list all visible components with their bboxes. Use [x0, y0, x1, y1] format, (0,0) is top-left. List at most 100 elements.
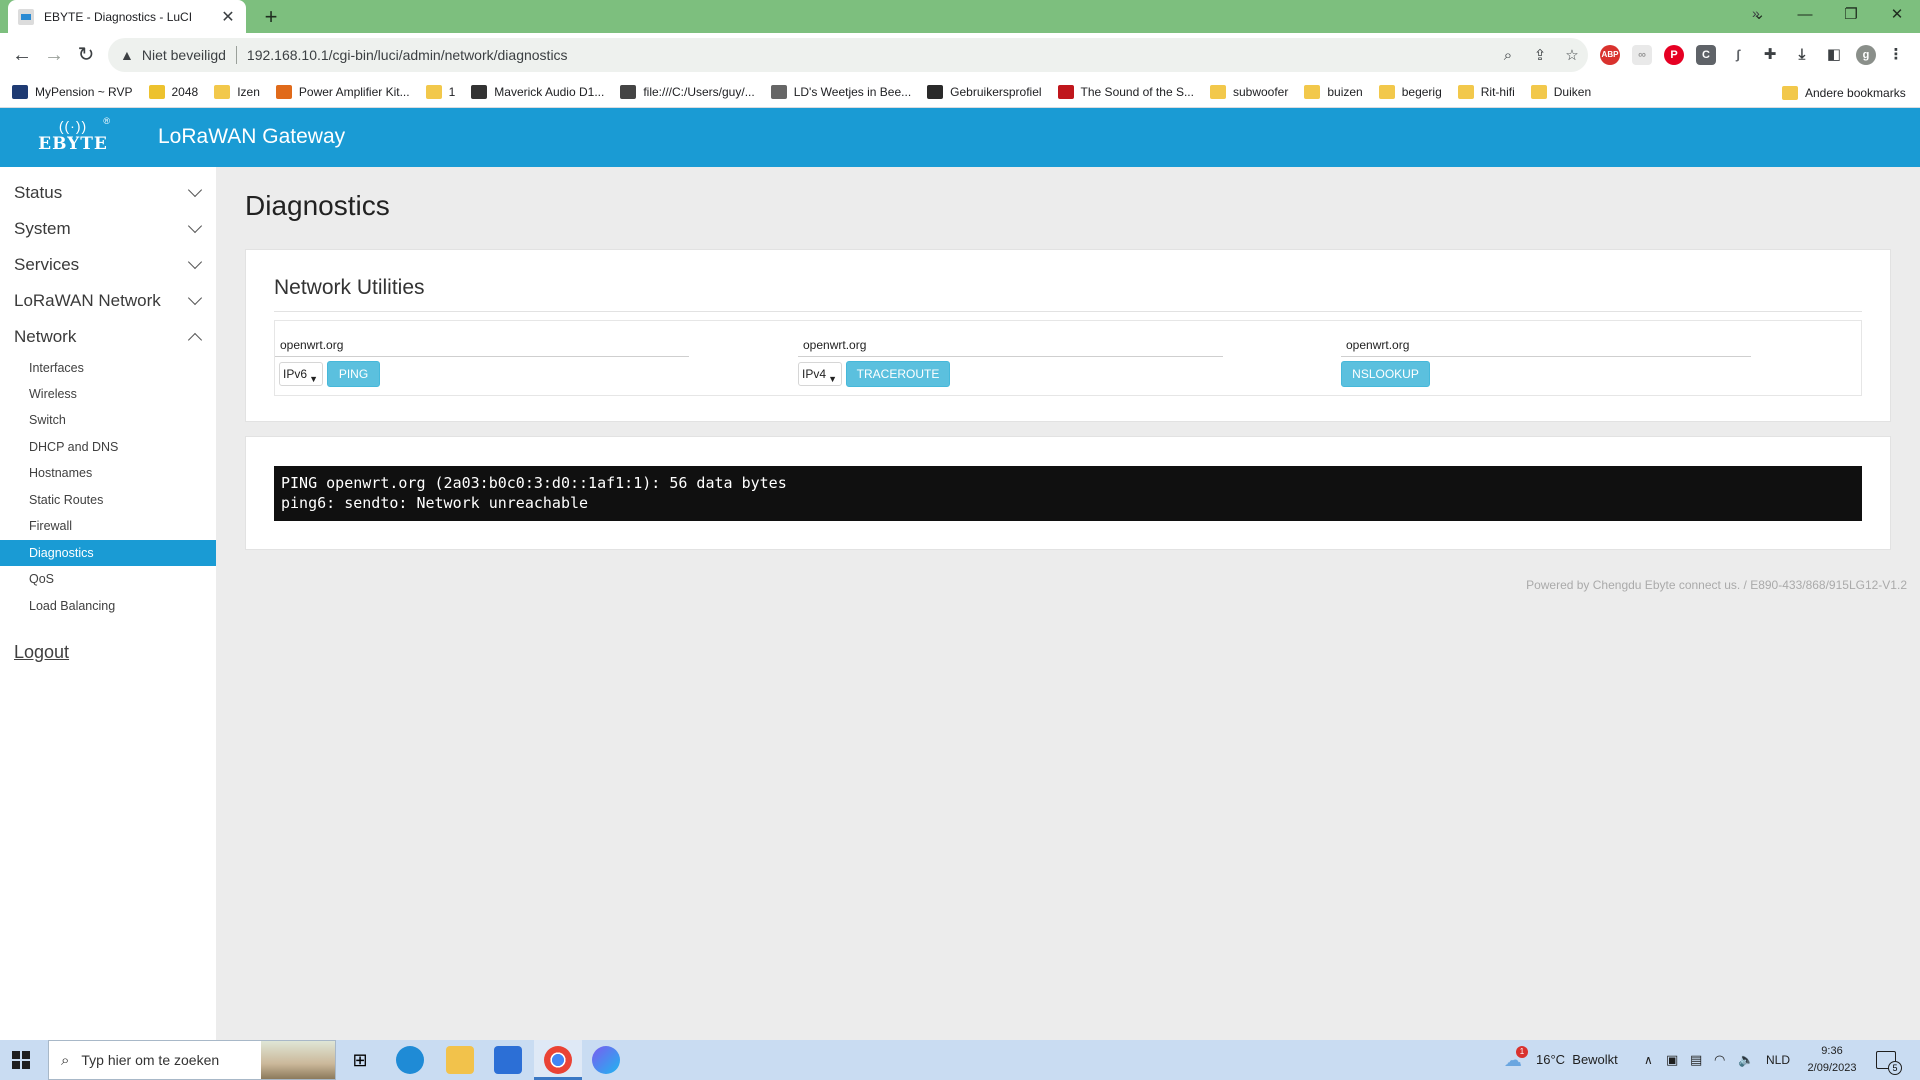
- bookmark-star-icon[interactable]: ☆: [1556, 46, 1588, 64]
- traceroute-host-input[interactable]: openwrt.org: [798, 333, 1223, 357]
- sidebar-item-qos[interactable]: QoS: [0, 566, 216, 592]
- menu-system[interactable]: System: [14, 214, 204, 244]
- bookmarks-overflow-icon[interactable]: »: [1752, 5, 1760, 21]
- bookmark-item[interactable]: Izen: [214, 85, 260, 99]
- pinterest-extension-icon[interactable]: P: [1664, 45, 1684, 65]
- zoom-icon[interactable]: ⌕: [1492, 47, 1524, 64]
- taskbar: ⌕ Typ hier om te zoeken ⊞ ☁ 1 16°C Bewol…: [0, 1040, 1920, 1080]
- bookmark-item[interactable]: begerig: [1378, 85, 1442, 99]
- store-icon[interactable]: [494, 1046, 522, 1074]
- browser-tab-bar: EBYTE - Diagnostics - LuCI ✕ + ⌄ — ❐ ✕: [0, 0, 1920, 33]
- bookmark-label: Power Amplifier Kit...: [298, 85, 410, 99]
- bookmark-item[interactable]: file:///C:/Users/guy/...: [620, 85, 755, 99]
- bookmark-item[interactable]: Duiken: [1530, 85, 1591, 99]
- sidebar-item-static-routes[interactable]: Static Routes: [0, 487, 216, 513]
- forward-arrow-icon[interactable]: →: [40, 42, 68, 70]
- display-icon[interactable]: ▤: [1690, 1040, 1702, 1080]
- bookmark-item[interactable]: Power Amplifier Kit...: [275, 85, 410, 99]
- restore-icon[interactable]: ❐: [1828, 0, 1874, 33]
- browser-tab[interactable]: EBYTE - Diagnostics - LuCI ✕: [8, 0, 246, 33]
- taskbar-search[interactable]: ⌕ Typ hier om te zoeken: [48, 1040, 336, 1080]
- ping-tool: openwrt.org IPv6 ▼ PING: [275, 321, 795, 397]
- system-clock[interactable]: 9:36 2/09/2023: [1800, 1043, 1864, 1077]
- command-output: PING openwrt.org (2a03:b0c0:3:d0::1af1:1…: [274, 466, 1862, 521]
- c-extension-icon[interactable]: C: [1696, 45, 1716, 65]
- chrome-icon[interactable]: [544, 1046, 572, 1074]
- chevron-up-icon[interactable]: ∧: [1644, 1040, 1653, 1080]
- menu-status[interactable]: Status: [14, 178, 204, 208]
- bookmark-item[interactable]: 1: [425, 85, 455, 99]
- bookmark-label: 2048: [171, 85, 199, 99]
- ebyte-logo[interactable]: ((·)) EBYTE ®: [36, 116, 110, 160]
- ping-protocol-select[interactable]: IPv6 ▼: [279, 362, 323, 386]
- volume-icon[interactable]: 🔈: [1738, 1040, 1754, 1080]
- nslookup-host-input[interactable]: openwrt.org: [1341, 333, 1751, 357]
- new-tab-button[interactable]: +: [258, 4, 284, 30]
- menu-network[interactable]: Network: [14, 322, 204, 352]
- back-arrow-icon[interactable]: ←: [8, 42, 36, 70]
- camera-icon[interactable]: ▣: [1666, 1040, 1678, 1080]
- bookmark-item[interactable]: Gebruikersprofiel: [927, 85, 1042, 99]
- window-close-icon[interactable]: ✕: [1874, 0, 1920, 33]
- sidebar-item-hostnames[interactable]: Hostnames: [0, 460, 216, 486]
- weather-cloud-icon[interactable]: ☁: [1504, 1040, 1530, 1080]
- teams-icon[interactable]: [592, 1046, 620, 1074]
- tab-close-icon[interactable]: ✕: [220, 7, 236, 27]
- sidebar-item-interfaces[interactable]: Interfaces: [0, 355, 216, 381]
- task-view-icon[interactable]: ⊞: [346, 1046, 374, 1074]
- wifi-icon[interactable]: ◠: [1714, 1040, 1725, 1080]
- address-bar[interactable]: ▲ Niet beveiligd 192.168.10.1/cgi-bin/lu…: [108, 38, 1588, 72]
- reload-icon[interactable]: ↻: [72, 42, 100, 70]
- windows-start-icon[interactable]: [12, 1051, 30, 1069]
- bookmark-item[interactable]: subwoofer: [1209, 85, 1288, 99]
- site-favicon-icon: [18, 8, 34, 25]
- file-explorer-icon[interactable]: [446, 1046, 474, 1074]
- menu-services[interactable]: Services: [14, 250, 204, 280]
- security-label[interactable]: Niet beveiligd: [142, 47, 226, 63]
- side-panel-icon[interactable]: ◧: [1824, 45, 1844, 65]
- select-value: IPv6: [283, 367, 308, 381]
- language-indicator[interactable]: NLD: [1766, 1040, 1790, 1080]
- url-text[interactable]: 192.168.10.1/cgi-bin/luci/admin/network/…: [247, 47, 1492, 63]
- menu-lorawan-network[interactable]: LoRaWAN Network: [14, 286, 204, 316]
- sidebar-item-wireless[interactable]: Wireless: [0, 381, 216, 407]
- bookmark-item[interactable]: buizen: [1304, 85, 1363, 99]
- bookmark-label: LD's Weetjes in Bee...: [793, 85, 912, 99]
- edge-icon[interactable]: [396, 1046, 424, 1074]
- bookmark-item[interactable]: Maverick Audio D1...: [471, 85, 604, 99]
- bookmark-item[interactable]: MyPension ~ RVP: [12, 85, 133, 99]
- extension-grey-icon[interactable]: ∞: [1632, 45, 1652, 65]
- weather-text[interactable]: 16°C Bewolkt: [1536, 1040, 1618, 1080]
- bookmark-item[interactable]: LD's Weetjes in Bee...: [770, 85, 912, 99]
- ping-host-input[interactable]: openwrt.org: [275, 333, 689, 357]
- bookmark-item[interactable]: The Sound of the S...: [1057, 85, 1194, 99]
- bookmark-favicon-icon: [148, 85, 165, 99]
- logout-link[interactable]: Logout: [14, 642, 69, 663]
- traceroute-button[interactable]: TRACEROUTE: [846, 361, 950, 387]
- sidebar-item-diagnostics[interactable]: Diagnostics: [0, 540, 216, 566]
- profile-avatar[interactable]: g: [1856, 45, 1876, 65]
- bookmark-favicon-icon: [927, 85, 944, 99]
- browser-menu-icon[interactable]: ⋮: [1886, 45, 1906, 65]
- minimize-icon[interactable]: —: [1782, 0, 1828, 33]
- traceroute-protocol-select[interactable]: IPv4 ▼: [798, 362, 842, 386]
- sidebar: Status System Services LoRaWAN Network N…: [0, 167, 216, 1040]
- tab-title: EBYTE - Diagnostics - LuCI: [44, 9, 193, 24]
- nslookup-button[interactable]: NSLOOKUP: [1341, 361, 1430, 387]
- sidebar-item-switch[interactable]: Switch: [0, 407, 216, 433]
- nslookup-tool: openwrt.org NSLOOKUP: [1341, 321, 1861, 397]
- bookmark-item[interactable]: 2048: [148, 85, 199, 99]
- sidebar-item-load-balancing[interactable]: Load Balancing: [0, 593, 216, 619]
- other-bookmarks[interactable]: Andere bookmarks: [1782, 77, 1906, 108]
- sidebar-item-firewall[interactable]: Firewall: [0, 513, 216, 539]
- extensions-puzzle-icon[interactable]: ✚: [1760, 45, 1780, 65]
- ping-button[interactable]: PING: [327, 361, 380, 387]
- signal-waves-icon: ((·)): [58, 118, 88, 134]
- adblock-extension-icon[interactable]: ABP: [1600, 45, 1620, 65]
- bookmark-item[interactable]: Rit-hifi: [1457, 85, 1515, 99]
- script-extension-icon[interactable]: ʃ: [1728, 45, 1748, 65]
- share-icon[interactable]: ⇪: [1524, 46, 1556, 64]
- sidebar-item-dhcp-dns[interactable]: DHCP and DNS: [0, 434, 216, 460]
- bookmark-favicon-icon: [1304, 85, 1321, 99]
- download-icon[interactable]: ⤓: [1792, 45, 1812, 65]
